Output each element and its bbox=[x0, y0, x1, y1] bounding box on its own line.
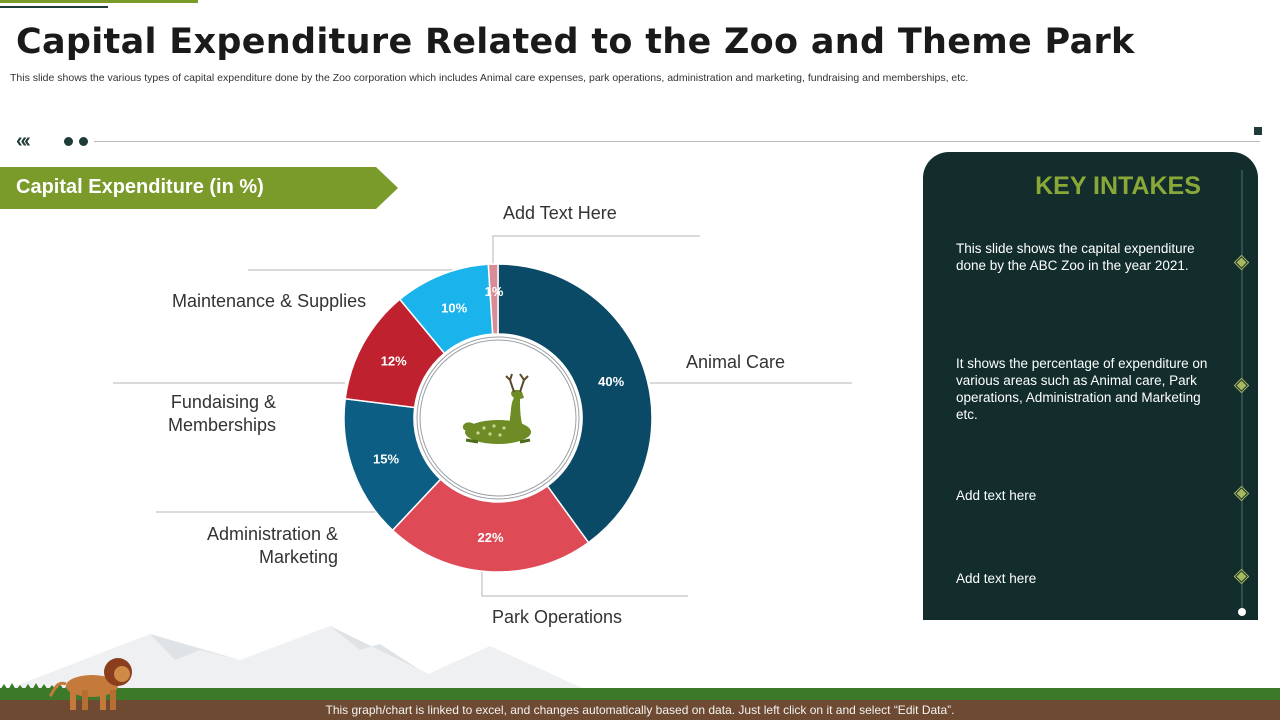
key-intakes-panel: KEY INTAKES This slide shows the capital… bbox=[923, 152, 1258, 620]
intake-item: Add text here bbox=[956, 571, 1037, 586]
leader-line bbox=[481, 572, 688, 597]
label-fundraising-1: Fundaising & bbox=[170, 392, 276, 412]
intake-item: It shows the percentage of expenditure o… bbox=[956, 356, 1208, 422]
label-admin-2: Marketing bbox=[258, 547, 338, 567]
donut-inner bbox=[414, 334, 582, 502]
slice-value-label: 22% bbox=[478, 530, 504, 545]
slice-value-label: 12% bbox=[381, 354, 407, 369]
label-fundraising-2: Memberships bbox=[167, 415, 276, 435]
donut-chart: 40% 22% 15% 12% 10% 1% Add Text Here Maintena… bbox=[0, 0, 920, 720]
diamond-icon bbox=[1233, 377, 1250, 394]
nav-square-icon bbox=[1254, 127, 1262, 135]
grass-strip bbox=[0, 688, 1280, 702]
diamond-icon bbox=[1233, 568, 1250, 585]
panel-timeline bbox=[1241, 170, 1243, 615]
slice-value-label: 40% bbox=[598, 374, 624, 389]
leader-line bbox=[492, 235, 700, 265]
slice-value-label: 10% bbox=[441, 300, 467, 315]
slice-value-label: 15% bbox=[373, 451, 399, 466]
label-animal-care: Animal Care bbox=[686, 352, 786, 372]
slice-value-label: 1% bbox=[485, 284, 504, 299]
label-maintenance: Maintenance & Supplies bbox=[172, 291, 367, 311]
label-add-text: Add Text Here bbox=[503, 203, 617, 223]
timeline-end-dot bbox=[1238, 608, 1246, 616]
panel-title: KEY INTAKES bbox=[1035, 172, 1201, 200]
intake-item: This slide shows the capital expenditure… bbox=[956, 241, 1195, 273]
diamond-icon bbox=[1233, 485, 1250, 502]
diamond-icon bbox=[1233, 254, 1250, 271]
footer-note: This graph/chart is linked to excel, and… bbox=[325, 703, 955, 717]
donut-inner-ring bbox=[424, 344, 572, 492]
intake-item: Add text here bbox=[956, 488, 1037, 503]
label-admin-1: Administration & bbox=[206, 524, 338, 544]
